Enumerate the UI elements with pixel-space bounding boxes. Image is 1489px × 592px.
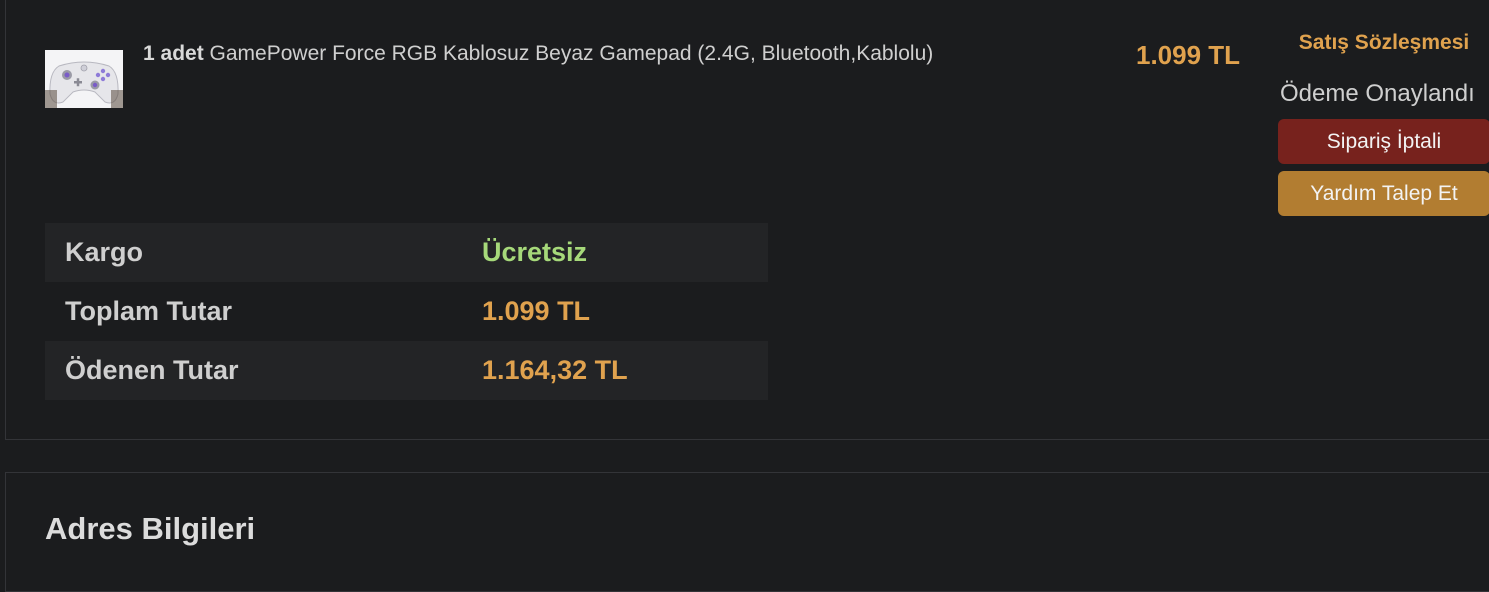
summary-value: 1.164,32 TL: [482, 355, 628, 385]
summary-value: 1.099 TL: [482, 296, 591, 326]
product-price: 1.099 TL: [1136, 40, 1241, 70]
product-name[interactable]: GamePower Force RGB Kablosuz Beyaz Gamep…: [210, 42, 934, 65]
summary-label: Kargo: [65, 237, 144, 267]
gamepad-icon: [45, 50, 123, 108]
summary-row-shipping: Kargo Ücretsiz: [45, 223, 768, 282]
product-image[interactable]: [45, 50, 123, 108]
summary-label: Toplam Tutar: [65, 296, 232, 326]
request-help-button[interactable]: Yardım Talep Et: [1278, 171, 1489, 216]
summary-row-paid: Ödenen Tutar 1.164,32 TL: [45, 341, 768, 400]
sales-contract-link[interactable]: Satış Sözleşmesi: [1278, 31, 1489, 55]
summary-label: Ödenen Tutar: [65, 355, 239, 385]
summary-row-total: Toplam Tutar 1.099 TL: [45, 282, 768, 341]
payment-status: Ödeme Onaylandı: [1280, 80, 1475, 107]
cancel-order-button[interactable]: Sipariş İptali: [1278, 119, 1489, 164]
address-section-title: Adres Bilgileri: [45, 511, 256, 546]
order-summary-table: Kargo Ücretsiz Toplam Tutar 1.099 TL Öde…: [45, 223, 768, 400]
product-description[interactable]: 1 adet GamePower Force RGB Kablosuz Beya…: [143, 42, 933, 66]
summary-value: Ücretsiz: [482, 237, 588, 267]
product-quantity: 1 adet: [143, 42, 204, 65]
